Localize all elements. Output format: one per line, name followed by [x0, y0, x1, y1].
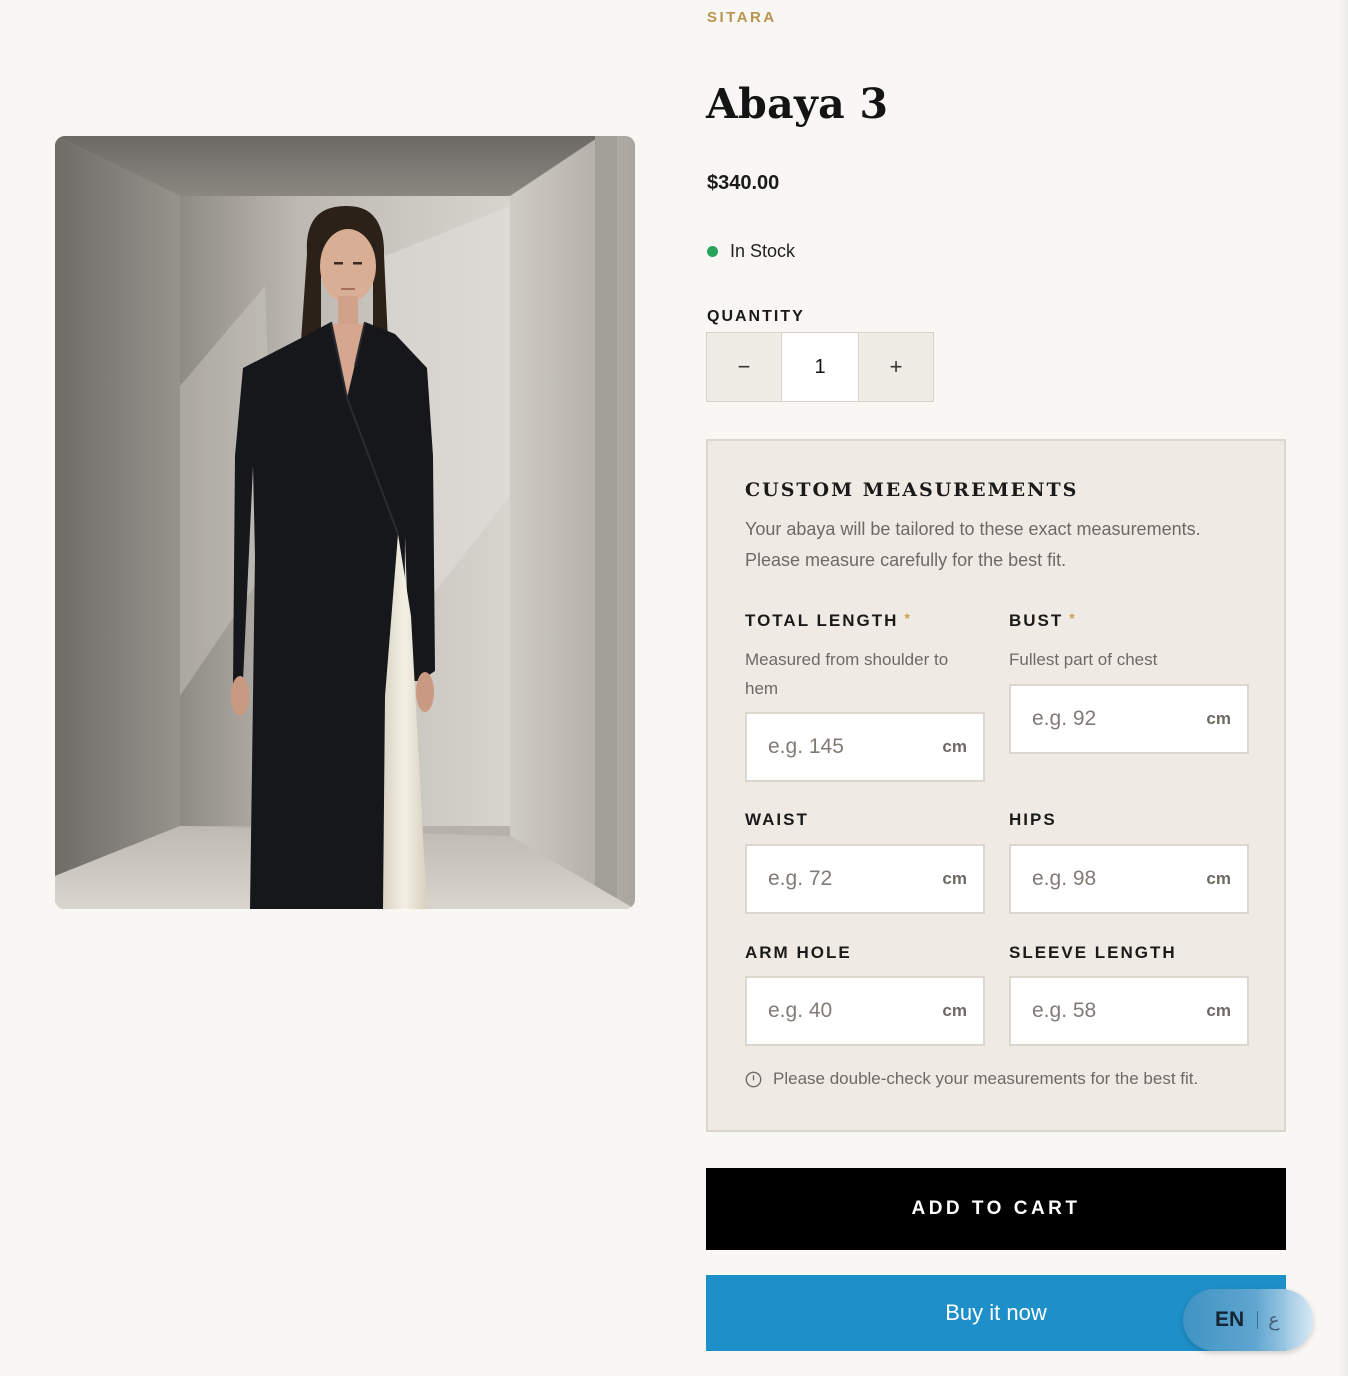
measurements-title: CUSTOM MEASUREMENTS — [745, 479, 1079, 501]
stock-status: In Stock — [707, 241, 795, 262]
page-edge-shadow — [1336, 0, 1348, 1376]
unit-label: cm — [1206, 869, 1231, 888]
total-length-help: Measured from shoulder to hem — [745, 650, 949, 698]
total-length-input[interactable] — [768, 735, 928, 759]
measurements-description: Your abaya will be tailored to these exa… — [745, 519, 1201, 570]
quantity-increment-button[interactable]: + — [859, 333, 933, 401]
bust-label-text: BUST — [1009, 611, 1064, 630]
product-image[interactable] — [55, 136, 635, 909]
bust-field: cm — [1009, 684, 1249, 754]
required-marker: * — [1069, 610, 1077, 626]
arm-hole-label: ARM HOLE — [745, 943, 852, 962]
product-title: Abaya 3 — [706, 80, 889, 128]
product-photo — [55, 136, 635, 909]
hips-input[interactable] — [1032, 867, 1192, 891]
bust-input[interactable] — [1032, 707, 1192, 731]
product-price: $340.00 — [707, 172, 780, 194]
bust-help: Fullest part of chest — [1009, 650, 1158, 669]
unit-label: cm — [942, 869, 967, 888]
quantity-decrement-button[interactable]: − — [707, 333, 781, 401]
arm-hole-input[interactable] — [768, 999, 928, 1023]
unit-label: cm — [1206, 1001, 1231, 1020]
unit-label: cm — [1206, 709, 1231, 728]
unit-label: cm — [942, 1001, 967, 1020]
quantity-label: QUANTITY — [707, 308, 805, 325]
stock-status-label: In Stock — [730, 241, 796, 261]
sleeve-length-label: SLEEVE LENGTH — [1009, 943, 1177, 962]
info-circle-icon — [745, 1071, 762, 1087]
total-length-label: TOTAL LENGTH * — [745, 610, 912, 631]
total-length-label-text: TOTAL LENGTH — [745, 611, 899, 630]
total-length-field: cm — [745, 712, 985, 782]
measurement-note: Please double-check your measurements fo… — [745, 1069, 1198, 1089]
sleeve-length-field: cm — [1009, 976, 1249, 1046]
hips-field: cm — [1009, 844, 1249, 914]
language-ar-option[interactable]: ع — [1268, 1309, 1279, 1331]
sleeve-length-input[interactable] — [1032, 999, 1192, 1023]
arm-hole-field: cm — [745, 976, 985, 1046]
measurement-note-text: Please double-check your measurements fo… — [773, 1069, 1199, 1088]
waist-label: WAIST — [745, 810, 809, 829]
custom-measurements-panel: CUSTOM MEASUREMENTS Your abaya will be t… — [706, 439, 1286, 1132]
quantity-input[interactable] — [781, 333, 859, 401]
language-en-option[interactable]: EN — [1215, 1308, 1244, 1332]
add-to-cart-button[interactable]: ADD TO CART — [706, 1168, 1286, 1250]
bust-label: BUST * — [1009, 610, 1077, 631]
language-divider — [1257, 1311, 1259, 1329]
quantity-stepper: − + — [706, 332, 934, 402]
waist-input[interactable] — [768, 867, 928, 891]
language-switcher[interactable]: EN ع — [1183, 1289, 1313, 1351]
waist-field: cm — [745, 844, 985, 914]
brand-name[interactable]: SITARA — [707, 9, 777, 26]
required-marker: * — [904, 610, 912, 626]
hips-label: HIPS — [1009, 810, 1057, 829]
product-page: SITARA Abaya 3 $340.00 In Stock QUANTITY… — [0, 0, 1348, 1376]
unit-label: cm — [942, 737, 967, 756]
in-stock-indicator-icon — [707, 246, 718, 257]
